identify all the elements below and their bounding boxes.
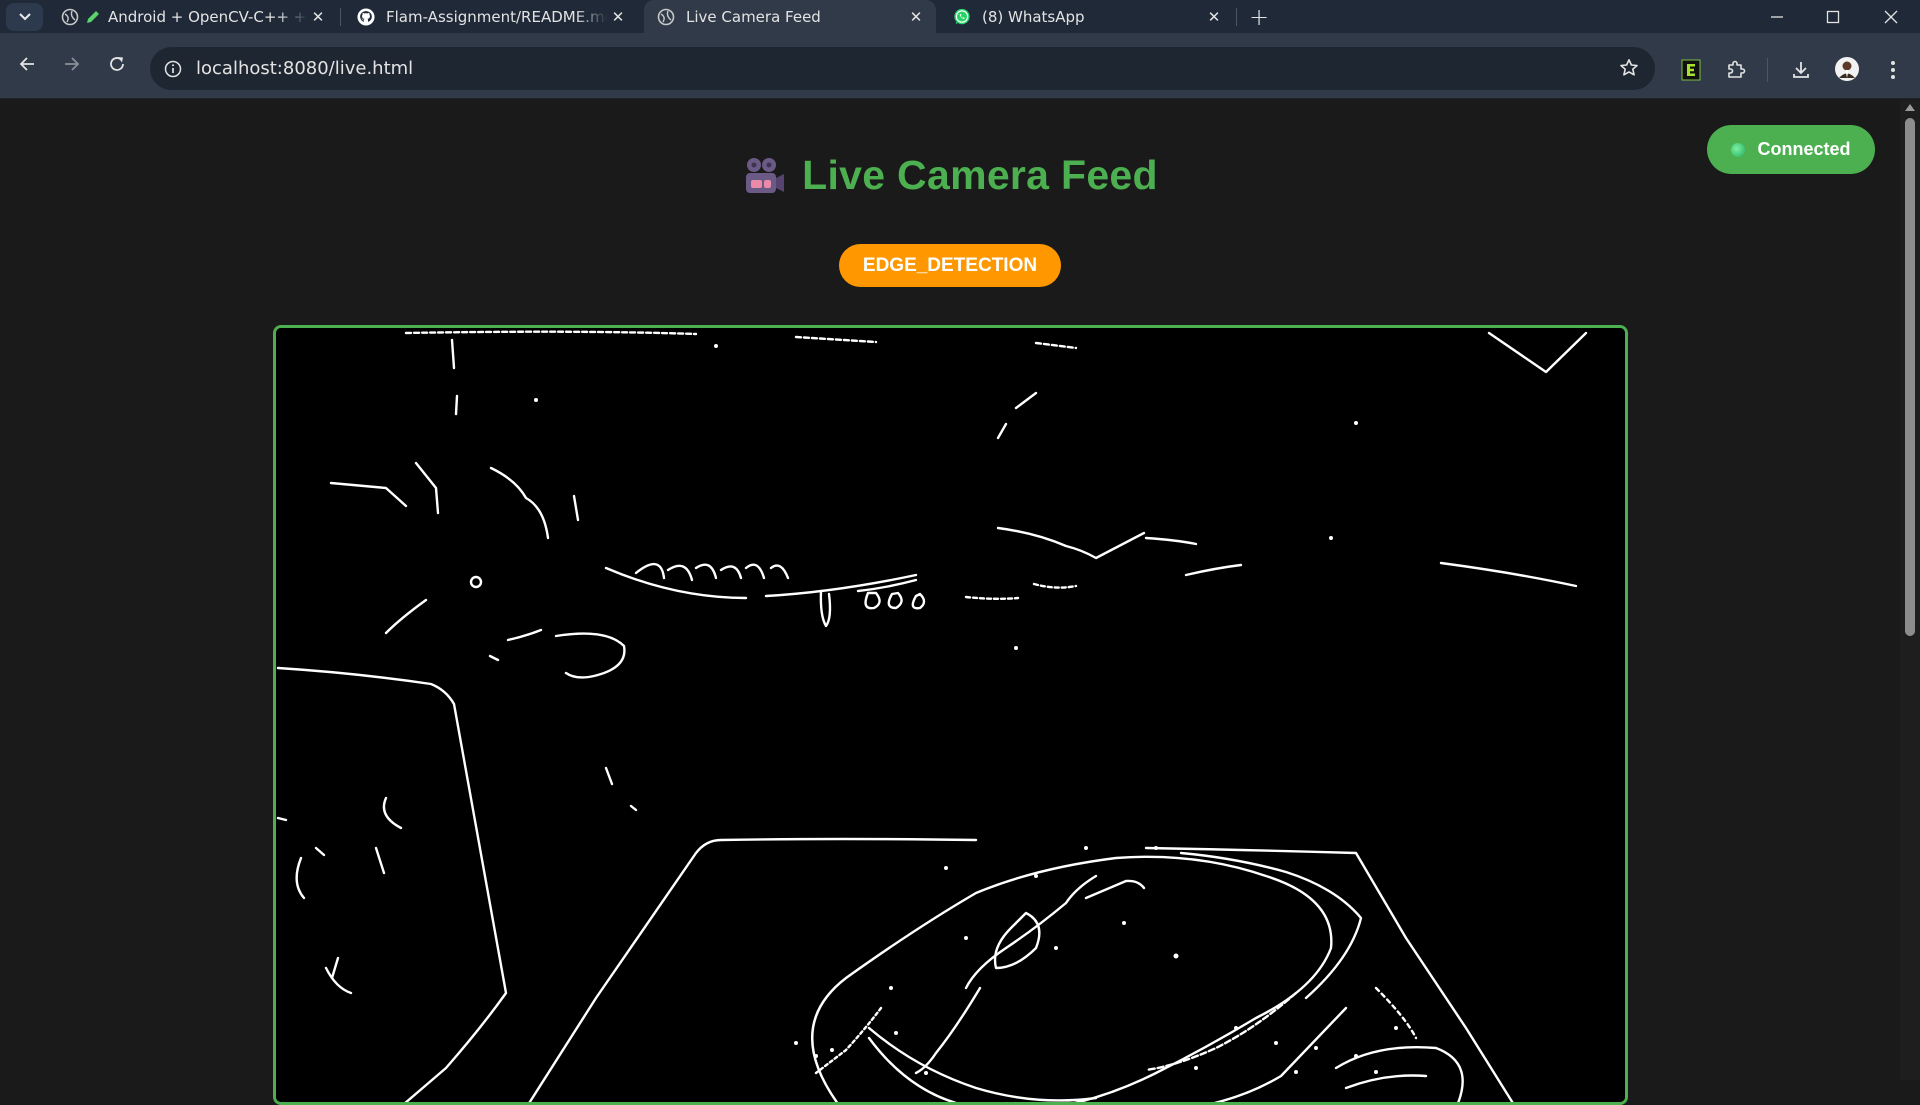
back-button[interactable] xyxy=(10,47,44,81)
minimize-icon xyxy=(1771,15,1783,18)
extension-e-icon[interactable] xyxy=(1677,56,1705,84)
tab-strip: Android + OpenCV-C++ + ✕ Flam-Assignment… xyxy=(0,0,1920,33)
scroll-up-icon[interactable] xyxy=(1905,104,1915,111)
close-icon[interactable]: ✕ xyxy=(1204,7,1224,27)
page-heading: Live Camera Feed xyxy=(802,152,1158,198)
page-title: Live Camera Feed xyxy=(0,152,1900,199)
address-bar[interactable]: localhost:8080/live.html xyxy=(150,47,1655,90)
tab-separator xyxy=(1236,8,1237,26)
close-icon[interactable]: ✕ xyxy=(608,7,628,27)
reload-icon xyxy=(110,57,124,71)
tab-flam-readme[interactable]: Flam-Assignment/README.md ✕ xyxy=(344,0,638,33)
tab-title: Android + OpenCV-C++ + xyxy=(108,7,307,26)
tab-title: Flam-Assignment/README.md xyxy=(386,7,608,26)
tab-live-camera-feed[interactable]: Live Camera Feed ✕ xyxy=(644,0,936,33)
new-tab-button[interactable]: + xyxy=(1246,3,1272,31)
avatar[interactable] xyxy=(1833,55,1861,83)
close-icon[interactable]: ✕ xyxy=(308,7,328,27)
camera-feed-frame xyxy=(273,325,1628,1105)
tab-separator xyxy=(340,8,341,26)
tab-title: (8) WhatsApp xyxy=(982,7,1085,26)
menu-kebab-icon[interactable] xyxy=(1879,56,1907,84)
scrollbar-thumb[interactable] xyxy=(1905,118,1915,636)
reload-button[interactable] xyxy=(100,47,134,81)
tab-search-button[interactable] xyxy=(6,3,43,31)
download-icon[interactable] xyxy=(1787,56,1815,84)
page-scrollbar[interactable] xyxy=(1900,100,1920,1080)
camera-feed-image xyxy=(276,328,1625,1102)
globe-icon xyxy=(61,8,79,26)
close-icon[interactable]: ✕ xyxy=(906,7,926,27)
github-icon xyxy=(357,7,375,26)
movie-camera-icon xyxy=(746,157,785,193)
extensions-puzzle-icon[interactable] xyxy=(1722,56,1750,84)
site-info-icon[interactable] xyxy=(162,58,184,80)
globe-icon xyxy=(657,8,675,26)
whatsapp-icon xyxy=(953,8,971,26)
tab-android-opencv[interactable]: Android + OpenCV-C++ + ✕ xyxy=(48,0,338,33)
minimize-button[interactable] xyxy=(1754,0,1800,33)
pencil-icon xyxy=(84,8,102,26)
forward-button[interactable] xyxy=(55,47,89,81)
arrow-right-icon xyxy=(65,57,80,71)
url-text: localhost:8080/live.html xyxy=(196,58,414,79)
close-window-button[interactable] xyxy=(1868,0,1914,33)
browser-toolbar: localhost:8080/live.html xyxy=(0,33,1920,99)
arrow-left-icon xyxy=(19,57,34,71)
close-icon xyxy=(1884,10,1898,23)
mode-badge: EDGE_DETECTION xyxy=(839,244,1061,287)
tab-title: Live Camera Feed xyxy=(686,7,821,26)
bookmark-star-icon[interactable] xyxy=(1619,58,1639,83)
maximize-button[interactable] xyxy=(1810,0,1856,33)
maximize-icon xyxy=(1826,10,1840,23)
toolbar-separator xyxy=(1767,58,1768,82)
chevron-down-icon xyxy=(18,13,31,21)
tab-whatsapp[interactable]: (8) WhatsApp ✕ xyxy=(940,0,1234,33)
